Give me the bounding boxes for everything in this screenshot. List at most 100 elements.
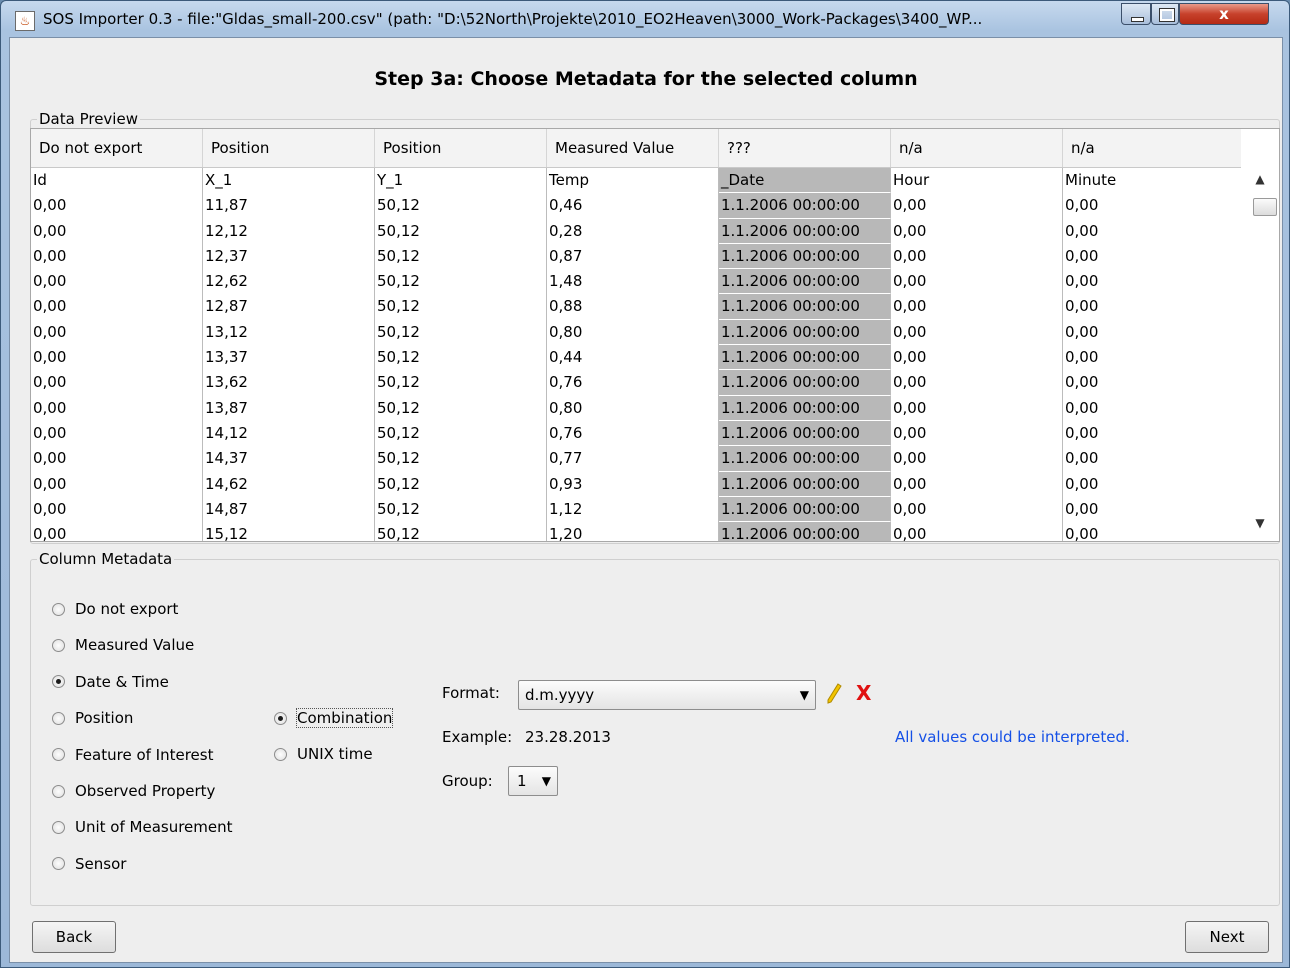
close-button[interactable]: x xyxy=(1179,3,1269,25)
scroll-down-icon[interactable]: ▼ xyxy=(1243,516,1277,536)
table-cell[interactable]: 0,00 xyxy=(1063,522,1241,541)
table-row[interactable]: 0,00 14,37 50,12 0,77 1.1.2006 00:00:00 0,00 0… xyxy=(31,446,1241,472)
table-cell[interactable]: 0,00 xyxy=(31,522,203,541)
column-header[interactable]: n/a xyxy=(891,129,1063,167)
table-cell[interactable]: 0,00 xyxy=(891,496,1063,523)
table-cell[interactable]: 0,87 xyxy=(547,243,719,270)
metadata-option-radio[interactable]: Unit of Measurement xyxy=(52,818,233,836)
table-cell[interactable]: 14,87 xyxy=(203,496,375,523)
table-cell[interactable]: 0,00 xyxy=(1063,269,1241,294)
radio-indicator[interactable] xyxy=(52,638,65,652)
table-cell[interactable]: 0,00 xyxy=(891,345,1063,371)
table-cell[interactable]: 0,00 xyxy=(1063,497,1241,522)
table-cell[interactable]: 50,12 xyxy=(375,319,547,346)
table-cell[interactable]: 0,00 xyxy=(1063,472,1241,497)
back-button[interactable]: Back xyxy=(32,921,116,953)
table-row[interactable]: 0,00 14,12 50,12 0,76 1.1.2006 00:00:00 0,00 0… xyxy=(31,420,1241,447)
table-cell[interactable]: 13,62 xyxy=(203,370,375,396)
table-cell[interactable]: 1.1.2006 00:00:00 xyxy=(719,395,891,421)
table-cell[interactable]: 0,00 xyxy=(891,319,1063,346)
table-cell[interactable]: 0,46 xyxy=(547,193,719,219)
table-cell[interactable]: 14,12 xyxy=(203,420,375,447)
table-cell[interactable]: 50,12 xyxy=(375,294,547,320)
table-cell[interactable]: 0,00 xyxy=(891,446,1063,472)
table-cell[interactable]: X_1 xyxy=(203,168,375,194)
table-row[interactable]: 0,00 14,87 50,12 1,12 1.1.2006 00:00:00 0,00 0… xyxy=(31,496,1241,523)
column-header[interactable]: ??? xyxy=(719,129,891,167)
table-cell[interactable]: 1.1.2006 00:00:00 xyxy=(719,243,891,270)
table-cell[interactable]: 14,37 xyxy=(203,446,375,472)
table-cell[interactable]: 50,12 xyxy=(375,345,547,371)
column-header[interactable]: Position xyxy=(203,129,375,167)
table-cell[interactable]: 50,12 xyxy=(375,370,547,396)
table-cell[interactable]: 0,00 xyxy=(891,370,1063,396)
table-cell[interactable]: 0,00 xyxy=(31,446,203,472)
table-row[interactable]: 0,00 14,62 50,12 0,93 1.1.2006 00:00:00 0,00 0… xyxy=(31,471,1241,497)
table-cell[interactable]: 1.1.2006 00:00:00 xyxy=(719,471,891,497)
vertical-scrollbar[interactable]: ▲ ▼ xyxy=(1243,168,1277,538)
table-cell[interactable]: 1.1.2006 00:00:00 xyxy=(719,496,891,523)
table-cell[interactable]: 0,00 xyxy=(31,420,203,447)
table-cell[interactable]: 14,62 xyxy=(203,471,375,497)
table-cell[interactable]: 1.1.2006 00:00:00 xyxy=(719,345,891,371)
table-cell[interactable]: Id xyxy=(31,168,203,194)
table-cell[interactable]: 0,00 xyxy=(31,319,203,346)
table-cell[interactable]: 0,76 xyxy=(547,370,719,396)
metadata-option-radio[interactable]: Measured Value xyxy=(52,636,194,654)
table-cell[interactable]: 50,12 xyxy=(375,522,547,541)
table-cell[interactable]: 0,00 xyxy=(1063,219,1241,244)
table-cell[interactable]: 0,00 xyxy=(1063,244,1241,269)
metadata-option-radio[interactable]: Observed Property xyxy=(52,782,215,800)
table-cell[interactable]: 13,37 xyxy=(203,345,375,371)
radio-indicator[interactable] xyxy=(52,820,65,834)
table-cell[interactable]: 50,12 xyxy=(375,269,547,295)
table-cell[interactable]: Hour xyxy=(891,168,1063,194)
table-cell[interactable]: 1.1.2006 00:00:00 xyxy=(719,294,891,320)
table-cell[interactable]: 12,62 xyxy=(203,269,375,295)
table-cell[interactable]: 0,00 xyxy=(891,294,1063,320)
data-preview-table[interactable]: Do not export Position Position Measured Va… xyxy=(30,128,1280,542)
table-cell[interactable]: 0,80 xyxy=(547,395,719,421)
table-cell[interactable]: Temp xyxy=(547,168,719,194)
table-cell[interactable]: 0,00 xyxy=(891,269,1063,295)
column-header[interactable]: Do not export xyxy=(31,129,203,167)
table-cell[interactable]: 0,00 xyxy=(1063,446,1241,471)
scroll-up-icon[interactable]: ▲ xyxy=(1243,172,1277,192)
table-cell[interactable]: 50,12 xyxy=(375,218,547,244)
datetime-subtype-radio[interactable]: Combination xyxy=(274,708,394,728)
table-row[interactable]: 0,00 15,12 50,12 1,20 1.1.2006 00:00:00 0,00 0… xyxy=(31,522,1241,541)
table-cell[interactable]: 0,00 xyxy=(31,218,203,244)
table-row[interactable]: 0,00 13,62 50,12 0,76 1.1.2006 00:00:00 0,00 0… xyxy=(31,370,1241,396)
table-cell[interactable]: 0,93 xyxy=(547,471,719,497)
table-cell[interactable]: 0,00 xyxy=(31,294,203,320)
table-cell[interactable]: 0,76 xyxy=(547,420,719,447)
table-cell[interactable]: 50,12 xyxy=(375,446,547,472)
table-cell[interactable]: 11,87 xyxy=(203,193,375,219)
table-cell[interactable]: 0,77 xyxy=(547,446,719,472)
table-cell[interactable]: 0,00 xyxy=(31,471,203,497)
table-row[interactable]: 0,00 13,37 50,12 0,44 1.1.2006 00:00:00 0,00 0… xyxy=(31,345,1241,371)
table-cell[interactable]: 13,87 xyxy=(203,395,375,421)
column-header[interactable]: Measured Value xyxy=(547,129,719,167)
table-cell[interactable]: 0,00 xyxy=(31,193,203,219)
table-cell[interactable]: 0,00 xyxy=(31,345,203,371)
table-row[interactable]: 0,00 12,37 50,12 0,87 1.1.2006 00:00:00 0,00 0… xyxy=(31,243,1241,270)
table-cell[interactable]: 0,00 xyxy=(1063,345,1241,370)
table-cell[interactable]: 0,00 xyxy=(891,395,1063,421)
table-cell[interactable]: 50,12 xyxy=(375,243,547,270)
table-cell[interactable]: 15,12 xyxy=(203,522,375,541)
table-cell[interactable]: 0,00 xyxy=(891,420,1063,447)
table-cell[interactable]: Y_1 xyxy=(375,168,547,194)
table-cell[interactable]: 12,87 xyxy=(203,294,375,320)
table-cell[interactable]: 1,12 xyxy=(547,496,719,523)
table-cell[interactable]: 0,00 xyxy=(891,243,1063,270)
scroll-thumb[interactable] xyxy=(1253,198,1277,216)
table-cell[interactable]: 50,12 xyxy=(375,193,547,219)
table-row[interactable]: 0,00 13,87 50,12 0,80 1.1.2006 00:00:00 0,00 0… xyxy=(31,395,1241,421)
table-cell[interactable]: 50,12 xyxy=(375,496,547,523)
table-cell[interactable]: 0,00 xyxy=(891,522,1063,541)
table-cell[interactable]: 50,12 xyxy=(375,471,547,497)
table-cell[interactable]: 0,00 xyxy=(891,471,1063,497)
maximize-button[interactable] xyxy=(1151,3,1179,25)
radio-indicator[interactable] xyxy=(52,784,65,798)
